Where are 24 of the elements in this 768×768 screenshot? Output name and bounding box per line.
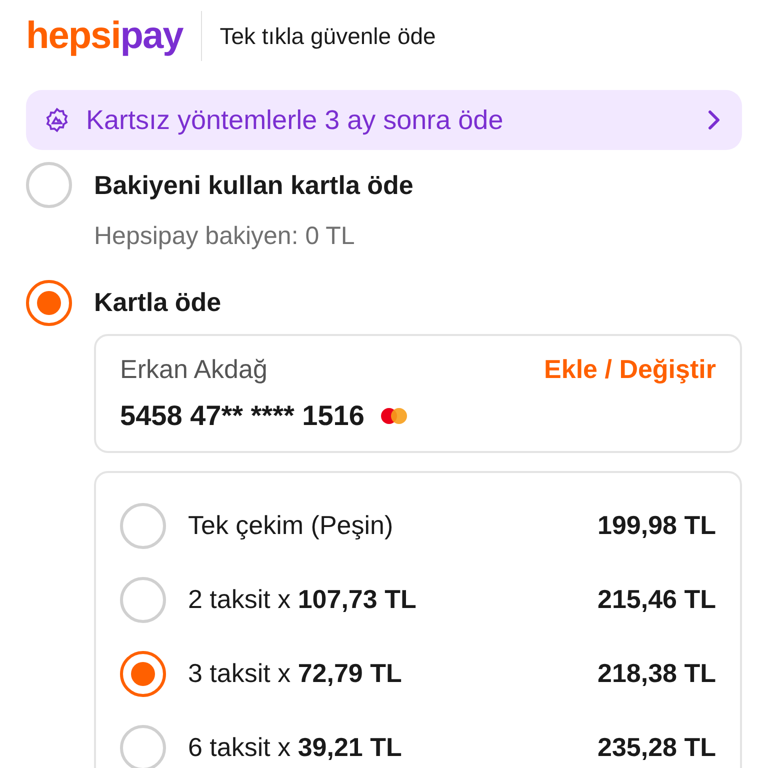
installment-label[interactable]: 6 taksit x 39,21 TL xyxy=(188,728,598,767)
card-holder: Erkan Akdağ xyxy=(120,352,268,386)
installment-total: 215,46 TL xyxy=(597,583,716,616)
installment-label[interactable]: 3 taksit x 72,79 TL xyxy=(188,654,598,693)
tagline: Tek tıkla güvenle öde xyxy=(220,22,436,51)
installment-label[interactable]: Tek çekim (Peşin) xyxy=(188,506,598,545)
card-brand-icon xyxy=(380,406,408,424)
radio-button[interactable] xyxy=(120,576,166,622)
balance-text: Hepsipay bakiyen: 0 TL xyxy=(94,221,356,252)
radio-button[interactable] xyxy=(26,162,72,208)
installment-total: 218,38 TL xyxy=(597,657,716,690)
option-label[interactable]: Bakiyeni kullan kartla öde xyxy=(94,166,414,204)
radio-button[interactable] xyxy=(26,280,72,326)
installment-label[interactable]: 2 taksit x 107,73 TL xyxy=(188,580,598,619)
promo-banner[interactable]: Kartsız yöntemlerle 3 ay sonra öde xyxy=(26,90,742,150)
badge-icon xyxy=(44,107,70,133)
radio-button[interactable] xyxy=(120,650,166,696)
installment-total: 199,98 TL xyxy=(597,509,716,542)
radio-button[interactable] xyxy=(120,724,166,768)
logo: hepsipay xyxy=(26,17,183,55)
radio-button[interactable] xyxy=(120,502,166,548)
installment-total: 235,28 TL xyxy=(597,731,716,764)
option-label[interactable]: Kartla öde xyxy=(94,283,222,322)
card-number: 5458 47** **** 1516 xyxy=(120,398,364,432)
